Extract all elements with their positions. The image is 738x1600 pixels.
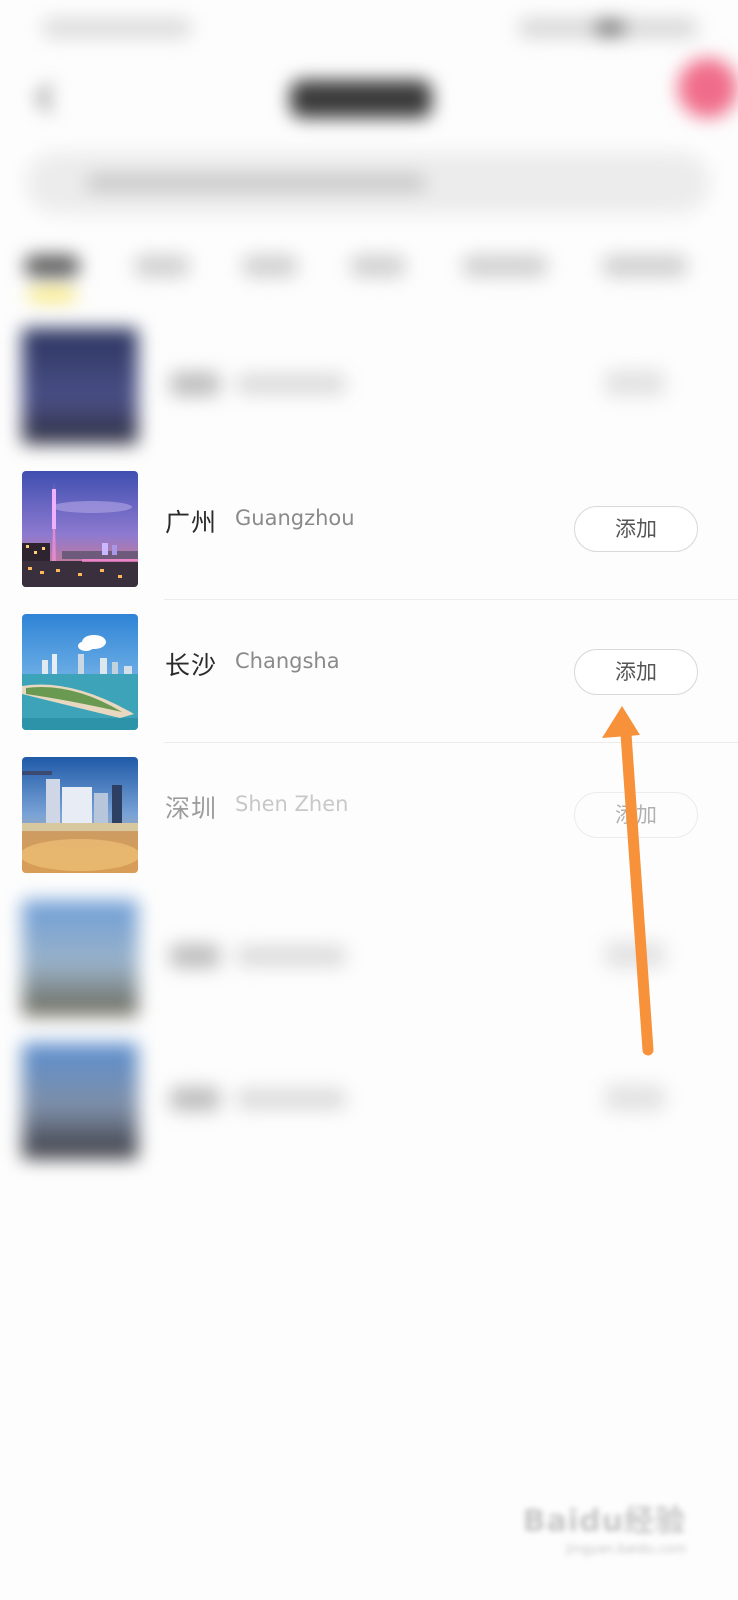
battery-icon [596, 20, 624, 36]
city-name [170, 372, 220, 396]
add-button-shenzhen[interactable]: 添加 [574, 792, 698, 838]
city-row-changsha: 长沙 Changsha 添加 [0, 600, 738, 743]
tab[interactable] [602, 255, 688, 277]
watermark-logo: Baidu经验 [522, 1504, 686, 1539]
status-bar-indicators [518, 18, 698, 38]
city-thumbnail-changsha [22, 614, 138, 730]
city-name-en-shenzhen: Shen Zhen [235, 792, 349, 816]
tab[interactable] [462, 255, 548, 277]
search-placeholder [86, 174, 426, 192]
back-arrow-icon[interactable] [30, 82, 64, 116]
tab[interactable] [242, 255, 298, 277]
add-button[interactable] [605, 942, 665, 968]
city-name-en-changsha: Changsha [235, 649, 340, 673]
city-thumbnail [22, 900, 138, 1016]
add-button-changsha[interactable]: 添加 [574, 649, 698, 695]
add-button-guangzhou[interactable]: 添加 [574, 506, 698, 552]
city-name-en-guangzhou: Guangzhou [235, 506, 355, 530]
city-name-changsha: 长沙 [165, 651, 218, 680]
city-name [170, 1087, 220, 1111]
watermark: Baidu经验 jingyan.baidu.com [523, 1496, 686, 1557]
category-tabs [0, 245, 738, 300]
header [0, 58, 738, 138]
city-row-shenzhen: 深圳 Shen Zhen 添加 [0, 743, 738, 886]
add-button[interactable] [605, 370, 665, 396]
city-thumbnail [22, 328, 138, 444]
city-name-en [236, 1089, 346, 1109]
tab[interactable] [134, 255, 190, 277]
city-name-en [236, 946, 346, 966]
status-bar [0, 0, 738, 58]
tab-active[interactable] [24, 255, 80, 277]
city-thumbnail-shenzhen [22, 757, 138, 873]
city-row [0, 1029, 738, 1172]
city-thumbnail [22, 1043, 138, 1159]
tab[interactable] [350, 255, 406, 277]
city-row [0, 314, 738, 457]
search-bar[interactable] [26, 152, 710, 214]
status-bar-time [42, 18, 192, 38]
add-button[interactable] [605, 1085, 665, 1111]
city-thumbnail-guangzhou [22, 471, 138, 587]
city-name-shenzhen: 深圳 [165, 794, 218, 823]
page-title [290, 80, 432, 118]
city-name-en [236, 374, 346, 394]
tab-indicator [28, 290, 76, 300]
city-name [170, 944, 220, 968]
city-row [0, 886, 738, 1029]
header-badge[interactable] [678, 58, 738, 118]
city-row-guangzhou: 广州 Guangzhou 添加 [0, 457, 738, 600]
watermark-url: jingyan.baidu.com [566, 1542, 686, 1557]
city-name-guangzhou: 广州 [165, 508, 218, 537]
